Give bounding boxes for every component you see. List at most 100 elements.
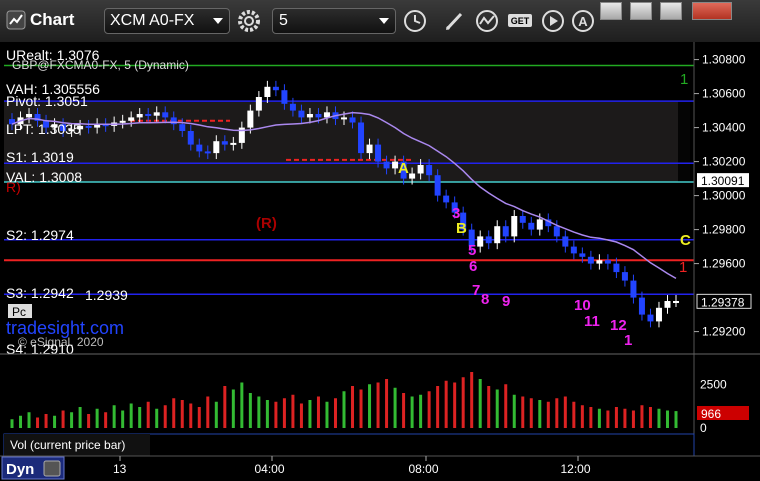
volume-bar (316, 396, 320, 428)
symbol-header: GBP@FXCMA0-FX, 5 (Dynamic) (12, 58, 189, 72)
candle-body (306, 114, 313, 118)
current-volume-label: 966 (701, 407, 721, 421)
candle-body (358, 122, 365, 154)
candle-body (562, 236, 569, 247)
candle-body (528, 222, 535, 230)
maximize-button[interactable] (660, 2, 682, 20)
candle-body (366, 144, 373, 154)
volume-bar (538, 400, 542, 428)
count-label: 6 (469, 258, 477, 275)
price-chart[interactable]: URealt: 1.3076GBP@FXCMA0-FX, 5 (Dynamic)… (0, 42, 760, 481)
volume-bar (19, 415, 23, 428)
volume-bar (461, 377, 465, 428)
volume-bar (359, 389, 363, 428)
candle-body (621, 272, 628, 281)
restore-window-button[interactable] (600, 2, 622, 20)
draw-pencil-icon[interactable] (441, 8, 467, 34)
candle-body (315, 114, 322, 118)
candle-body (349, 117, 356, 123)
candle-body (204, 151, 211, 154)
candle-body (596, 260, 603, 264)
volume-bar (274, 401, 278, 428)
time-tick-label: 04:00 (255, 462, 285, 476)
level-label-current: 1.2939 (85, 287, 128, 303)
volume-bar (665, 410, 669, 428)
candle-body (341, 117, 347, 120)
volume-bar (648, 407, 652, 428)
volume-bar (95, 408, 99, 428)
volume-bar (368, 384, 372, 428)
volume-bar (495, 389, 499, 428)
price-tick-label: 1.30400 (702, 121, 746, 135)
volume-bar (640, 405, 644, 428)
volume-tick-label: 0 (700, 421, 707, 435)
chevron-down-icon[interactable] (213, 18, 223, 24)
pc-label: Pc (12, 305, 26, 319)
lock-icon[interactable] (43, 460, 61, 477)
candle-body (196, 144, 203, 152)
volume-bar (10, 419, 14, 428)
time-tick-label: 13 (113, 462, 127, 476)
price-tick-label: 1.30800 (702, 53, 746, 67)
volume-bar (27, 412, 31, 428)
close-button[interactable] (692, 2, 732, 20)
interval-field[interactable]: 5 (272, 8, 396, 34)
candle-body (247, 110, 254, 128)
volume-bar (436, 386, 440, 428)
settings-gear-icon[interactable] (236, 8, 262, 34)
candle-body (502, 226, 509, 237)
count-label: 10 (574, 297, 591, 314)
volume-bar (70, 412, 74, 428)
volume-bar (265, 400, 269, 428)
price-tick-label: 1.29200 (702, 325, 746, 339)
volume-bar (504, 384, 508, 428)
volume-bar (478, 379, 482, 428)
candle-body (494, 226, 501, 244)
volume-bar (529, 398, 533, 428)
symbol-field[interactable]: XCM A0-FX (104, 8, 230, 34)
marker-red-1: 1 (679, 259, 687, 276)
volume-bar (53, 415, 57, 428)
value-area-band (4, 101, 682, 182)
alert-icon[interactable]: A (570, 8, 596, 34)
candle-body (213, 141, 220, 154)
clock-icon[interactable] (402, 8, 428, 34)
volume-bar (325, 401, 329, 428)
current-price-label: 1.30091 (701, 174, 745, 188)
minimize-button[interactable] (630, 2, 652, 20)
studies-icon[interactable] (474, 8, 500, 34)
count-label: 9 (502, 293, 510, 310)
interval-value: 5 (279, 12, 288, 29)
volume-bar (231, 389, 235, 428)
candle-body (26, 114, 33, 118)
volume-bar (385, 379, 389, 428)
chart-app-icon (6, 10, 26, 30)
candle-body (162, 112, 169, 118)
chevron-down-icon[interactable] (379, 18, 389, 24)
volume-bar (453, 382, 457, 428)
volume-bar (146, 401, 150, 428)
get-data-icon[interactable]: GET (506, 8, 536, 34)
volume-bar (36, 417, 40, 428)
level-label-s4: S4: 1.2910 (6, 341, 74, 357)
count-label: 5 (468, 242, 476, 259)
candle-body (383, 161, 390, 169)
time-tick-label: 08:00 (409, 462, 439, 476)
volume-bar (44, 414, 48, 428)
volume-bar (282, 398, 286, 428)
level-label-pivot: Pivot: 1.3051 (6, 93, 88, 109)
candle-body (298, 110, 305, 118)
volume-bar (240, 382, 244, 428)
play-icon[interactable] (540, 8, 566, 34)
volume-bar (487, 386, 491, 428)
candle-body (179, 124, 186, 131)
count-label: 7 (472, 282, 480, 299)
r-marker-mid: (R) (256, 215, 277, 232)
marker-green-1: 1 (680, 71, 688, 88)
candle-body (272, 86, 279, 91)
marker-a: A (398, 160, 409, 177)
volume-bar (512, 394, 516, 428)
volume-bar (308, 400, 312, 428)
volume-bar (104, 412, 108, 428)
volume-bar (121, 410, 125, 428)
